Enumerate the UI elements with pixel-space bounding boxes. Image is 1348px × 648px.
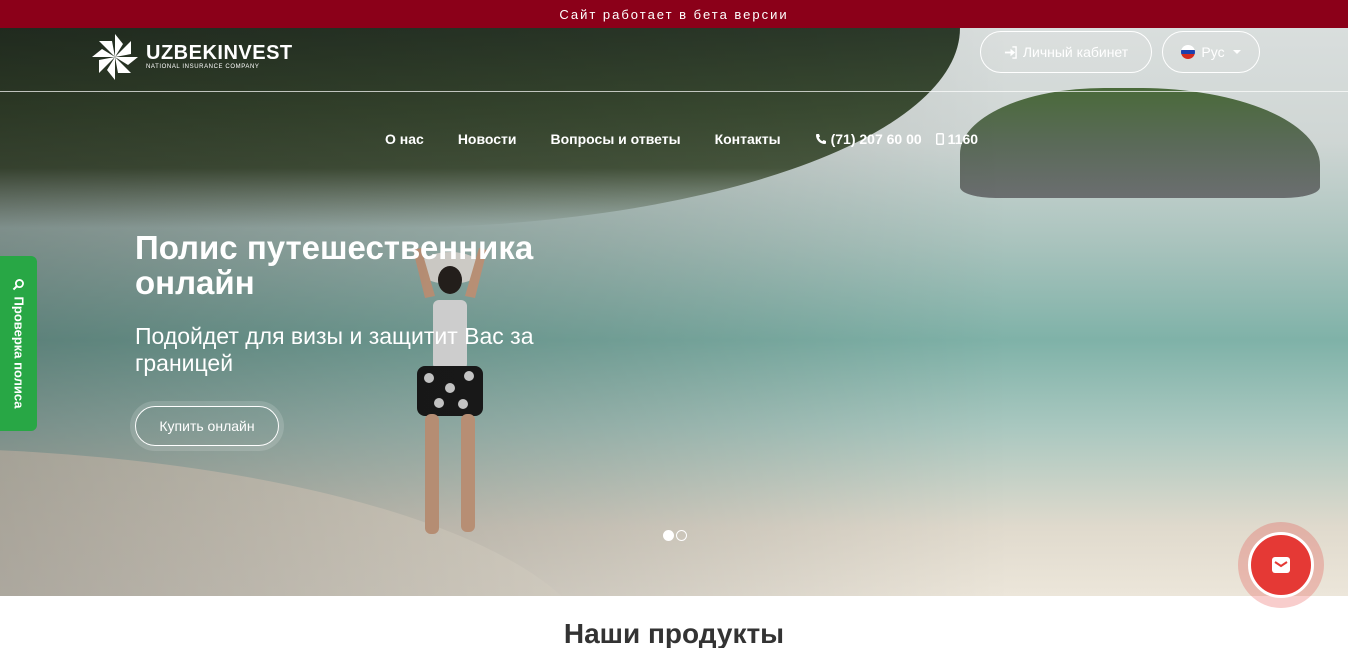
slider-dot-2[interactable] xyxy=(676,530,687,541)
slider-dots xyxy=(663,530,687,541)
main-nav: О нас Новости Вопросы и ответы Контакты … xyxy=(385,131,978,147)
beta-banner-text: Сайт работает в бета версии xyxy=(559,6,789,22)
russia-flag-icon xyxy=(1181,45,1196,59)
slider-dot-1[interactable] xyxy=(663,530,674,541)
hero-slider xyxy=(0,28,1348,596)
hero-title: Полис путешественника онлайн xyxy=(135,229,534,301)
contact-fab-button[interactable] xyxy=(1248,532,1314,598)
language-select[interactable]: Рус xyxy=(1162,31,1260,73)
hero-overlay xyxy=(0,28,1348,596)
contact-fab-ring xyxy=(1238,522,1324,608)
search-icon xyxy=(12,279,24,291)
buy-online-button[interactable]: Купить онлайн xyxy=(135,406,279,446)
policy-check-label: Проверка полиса xyxy=(11,296,26,409)
hero-subtitle: Подойдет для визы и защитит Вас за грани… xyxy=(135,323,534,376)
logo-mark-icon xyxy=(92,34,138,80)
personal-cabinet-button[interactable]: Личный кабинет xyxy=(980,31,1152,73)
nav-item-news[interactable]: Новости xyxy=(458,131,517,147)
caret-down-icon xyxy=(1232,50,1241,54)
nav-item-faq[interactable]: Вопросы и ответы xyxy=(551,131,681,147)
nav-phone-link[interactable]: (71) 207 60 00 xyxy=(815,131,922,147)
phone-icon xyxy=(815,134,826,144)
nav-short-number-link[interactable]: 1160 xyxy=(935,131,979,147)
products-section-title: Наши продукты xyxy=(563,618,785,648)
policy-check-tab[interactable]: Проверка полиса xyxy=(0,256,37,431)
nav-phone-number: (71) 207 60 00 xyxy=(830,131,922,147)
nav-short-number: 1160 xyxy=(947,131,979,147)
logo[interactable]: UZBEKINVEST NATIONAL INSURANCE COMPANY xyxy=(90,32,293,82)
nav-item-contacts[interactable]: Контакты xyxy=(715,131,781,147)
sign-in-icon xyxy=(1004,45,1017,59)
personal-cabinet-label: Личный кабинет xyxy=(1022,44,1129,60)
envelope-icon xyxy=(1272,557,1290,573)
header-divider xyxy=(0,91,1348,92)
language-label: Рус xyxy=(1201,44,1225,60)
logo-tagline: NATIONAL INSURANCE COMPANY xyxy=(146,64,260,70)
nav-item-about[interactable]: О нас xyxy=(385,131,424,147)
logo-name: UZBEKINVEST xyxy=(146,42,293,64)
beta-banner: Сайт работает в бета версии xyxy=(0,0,1348,28)
mobile-icon xyxy=(935,133,944,145)
